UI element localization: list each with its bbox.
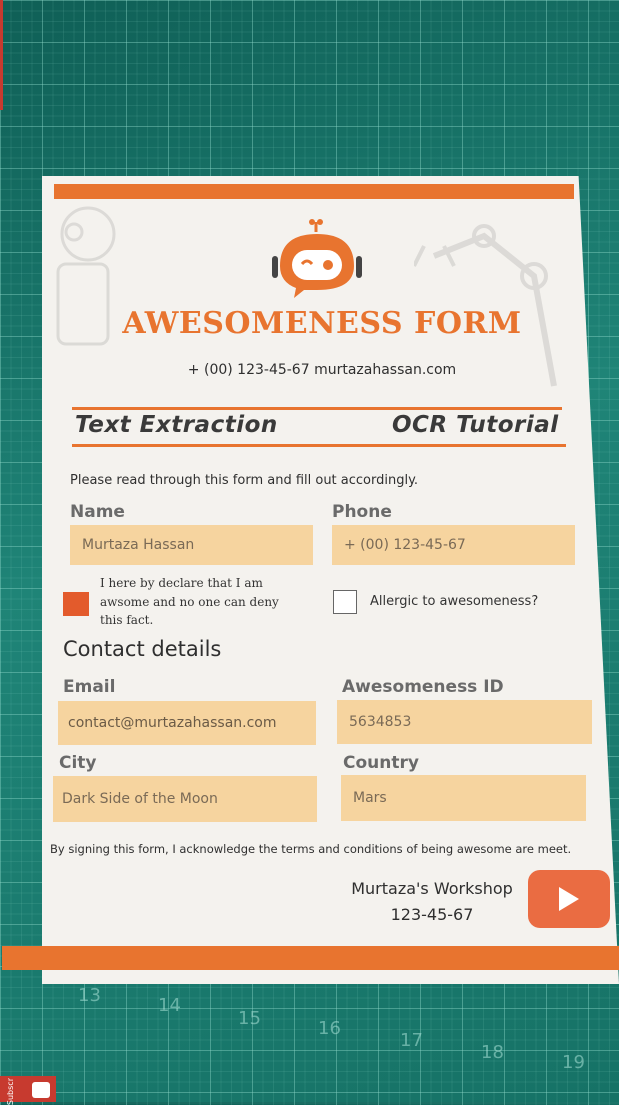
mat-number: 13 [78, 985, 101, 1006]
mat-number: 14 [158, 995, 181, 1016]
instruction-text: Please read through this form and fill o… [70, 473, 419, 488]
video-edge-marker [0, 0, 3, 110]
awesomeness-id-label: Awesomeness ID [342, 677, 504, 697]
play-button-icon [559, 887, 579, 911]
robot-logo-icon [272, 219, 362, 298]
city-field[interactable]: Dark Side of the Moon [53, 776, 317, 822]
email-field[interactable]: contact@murtazahassan.com [58, 701, 316, 745]
phone-label: Phone [332, 502, 392, 522]
form-title: AWESOMENESS FORM [122, 306, 522, 341]
youtube-icon [32, 1082, 50, 1098]
section-title-right: OCR Tutorial [392, 412, 559, 438]
mat-number: 15 [238, 1008, 261, 1029]
awesomeness-id-field[interactable]: 5634853 [337, 700, 592, 744]
workshop-block: Murtaza's Workshop 123-45-67 [322, 876, 542, 928]
city-label: City [59, 753, 97, 773]
section-rule-bottom [72, 444, 566, 447]
section-rule-top [72, 407, 562, 410]
declare-line: awsome and no one can deny [100, 594, 279, 609]
mat-number: 18 [481, 1042, 504, 1063]
declare-line: this fact. [100, 613, 154, 627]
subscribe-badge[interactable]: Subscr [0, 1076, 56, 1105]
email-label: Email [63, 677, 116, 697]
allergic-label: Allergic to awesomeness? [370, 594, 539, 609]
country-field[interactable]: Mars [341, 775, 586, 821]
workshop-phone: 123-45-67 [390, 905, 474, 924]
declare-checkbox[interactable] [63, 592, 89, 616]
allergic-checkbox[interactable] [333, 590, 357, 614]
bottom-accent-bar [2, 946, 619, 970]
mat-number: 19 [562, 1052, 585, 1073]
workshop-name: Murtaza's Workshop [351, 879, 513, 898]
subscribe-label: Subscr [6, 1078, 15, 1105]
phone-field[interactable]: + (00) 123-45-67 [332, 525, 575, 565]
terms-note: By signing this form, I acknowledge the … [50, 842, 572, 856]
name-label: Name [70, 502, 125, 522]
declare-line: I here by declare that I am [100, 576, 263, 590]
mat-number: 16 [318, 1018, 341, 1039]
play-button[interactable] [528, 870, 610, 928]
mat-number: 17 [400, 1030, 423, 1051]
contact-details-heading: Contact details [63, 637, 222, 661]
declare-label: I here by declare that I am awsome and n… [100, 574, 310, 630]
section-title-left: Text Extraction [75, 412, 278, 438]
paper-form: AWESOMENESS FORM + (00) 123-45-67 murtaz… [42, 176, 619, 984]
country-label: Country [343, 753, 419, 773]
top-accent-bar [54, 184, 574, 199]
name-field[interactable]: Murtaza Hassan [70, 525, 313, 565]
contact-line: + (00) 123-45-67 murtazahassan.com [187, 362, 457, 378]
